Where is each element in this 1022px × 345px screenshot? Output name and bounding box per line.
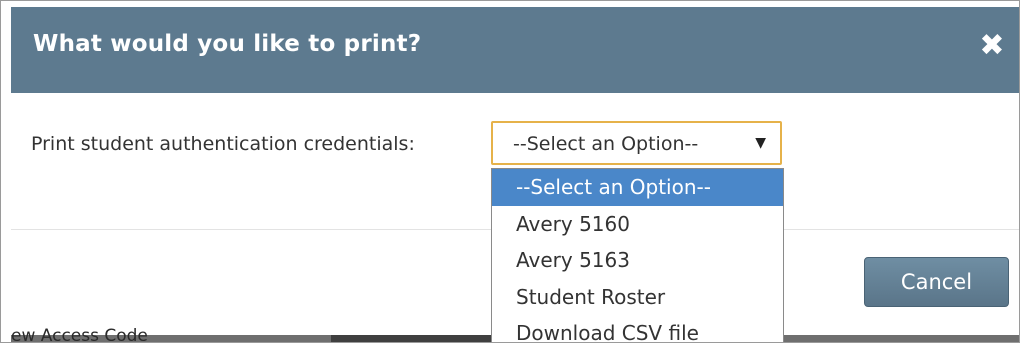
option-select-placeholder[interactable]: --Select an Option-- bbox=[492, 169, 783, 206]
dialog-title: What would you like to print? bbox=[33, 31, 422, 57]
cancel-button[interactable]: Cancel bbox=[864, 257, 1009, 307]
select-options-list: --Select an Option-- Avery 5160 Avery 51… bbox=[491, 168, 784, 342]
select-current-value: --Select an Option-- bbox=[513, 133, 699, 155]
credentials-label: Print student authentication credentials… bbox=[31, 133, 415, 155]
dialog-header: What would you like to print? ✖ bbox=[11, 7, 1019, 93]
option-student-roster[interactable]: Student Roster bbox=[492, 279, 783, 316]
close-icon[interactable]: ✖ bbox=[977, 29, 1007, 63]
option-avery-5163[interactable]: Avery 5163 bbox=[492, 242, 783, 279]
print-dialog-frame: What would you like to print? ✖ Print st… bbox=[0, 0, 1020, 343]
print-option-select[interactable]: --Select an Option-- ▼ bbox=[491, 121, 782, 165]
backdrop-button bbox=[331, 335, 501, 342]
option-avery-5160[interactable]: Avery 5160 bbox=[492, 206, 783, 243]
backdrop-text: ew Access Code bbox=[11, 326, 148, 343]
option-download-csv[interactable]: Download CSV file bbox=[492, 315, 783, 342]
dropdown-arrow-icon: ▼ bbox=[755, 135, 766, 151]
